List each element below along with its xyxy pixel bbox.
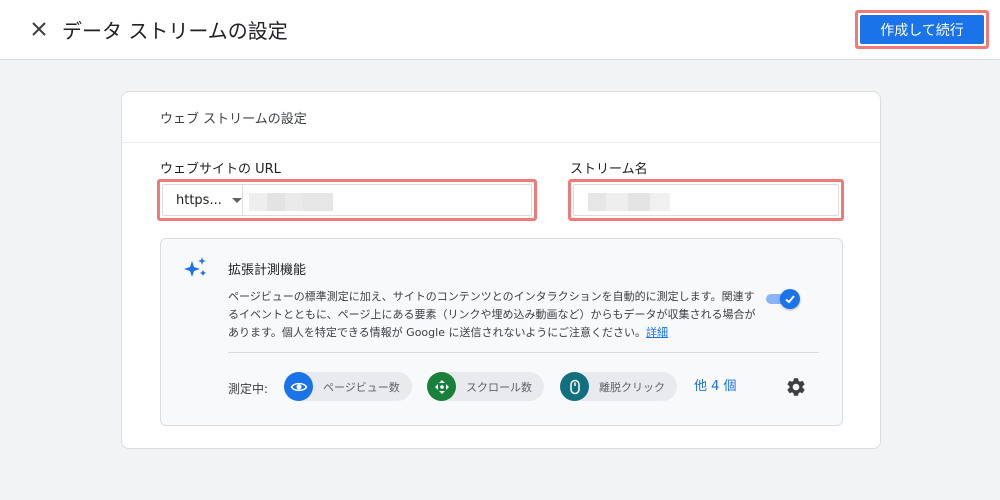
measuring-label: 測定中: [228,382,269,396]
gear-icon[interactable] [785,376,807,398]
sparkle-icon [184,257,206,277]
web-stream-settings-card: ウェブ ストリームの設定 ウェブサイトの URL ストリーム名 https... [121,91,881,449]
stream-name-input[interactable] [573,184,839,216]
close-button[interactable] [24,14,54,44]
chip-outbound-clicks[interactable]: 離脱クリック [560,372,677,401]
redacted-block [650,193,670,211]
toggle-knob [780,289,800,309]
redacted-block [267,193,285,211]
divider [228,352,819,353]
dropdown-caret-icon [231,197,242,203]
description-text: ページビューの標準測定に加え、サイトのコンテンツとのインタラクションを自動的に測… [228,290,756,339]
top-bar: データ ストリームの設定 作成して続行 [0,0,1000,60]
learn-more-link[interactable]: 詳細 [646,326,668,339]
redacted-block [303,193,333,211]
card-title: ウェブ ストリームの設定 [122,92,880,143]
enhanced-measurement-title: 拡張計測機能 [228,263,307,278]
redacted-block [588,193,606,211]
eye-icon [284,372,313,401]
redacted-block [249,193,267,211]
chip-label: スクロール数 [466,380,532,394]
chip-label: ページビュー数 [323,380,400,394]
highlight-frame: 作成して続行 [855,10,989,49]
redacted-block [628,193,650,211]
create-and-continue-button[interactable]: 作成して続行 [860,15,984,44]
close-icon [32,22,46,36]
redacted-block [285,193,303,211]
chip-page-views[interactable]: ページビュー数 [284,372,412,401]
enhanced-measurement-toggle[interactable] [766,289,800,309]
website-url-input[interactable] [243,185,531,215]
enhanced-measurement-description: ページビューの標準測定に加え、サイトのコンテンツとのインタラクションを自動的に測… [228,288,758,342]
highlight-frame-url: https... [157,179,537,221]
protocol-value: https... [176,192,222,208]
website-url-label: ウェブサイトの URL [160,162,281,177]
check-icon [785,295,795,304]
chip-label: 離脱クリック [599,380,665,394]
highlight-frame-name [568,179,844,221]
website-url-field: https... [162,184,532,216]
redacted-block [606,193,628,211]
mouse-icon [560,372,589,401]
stream-name-label: ストリーム名 [570,162,648,177]
chip-scrolls[interactable]: スクロール数 [427,372,544,401]
more-events-link[interactable]: 他 4 個 [694,375,737,394]
protocol-select[interactable]: https... [163,185,243,215]
scroll-arrows-icon [427,372,456,401]
enhanced-measurement-panel: 拡張計測機能 ページビューの標準測定に加え、サイトのコンテンツとのインタラクショ… [160,238,843,426]
page-title: データ ストリームの設定 [62,19,288,43]
